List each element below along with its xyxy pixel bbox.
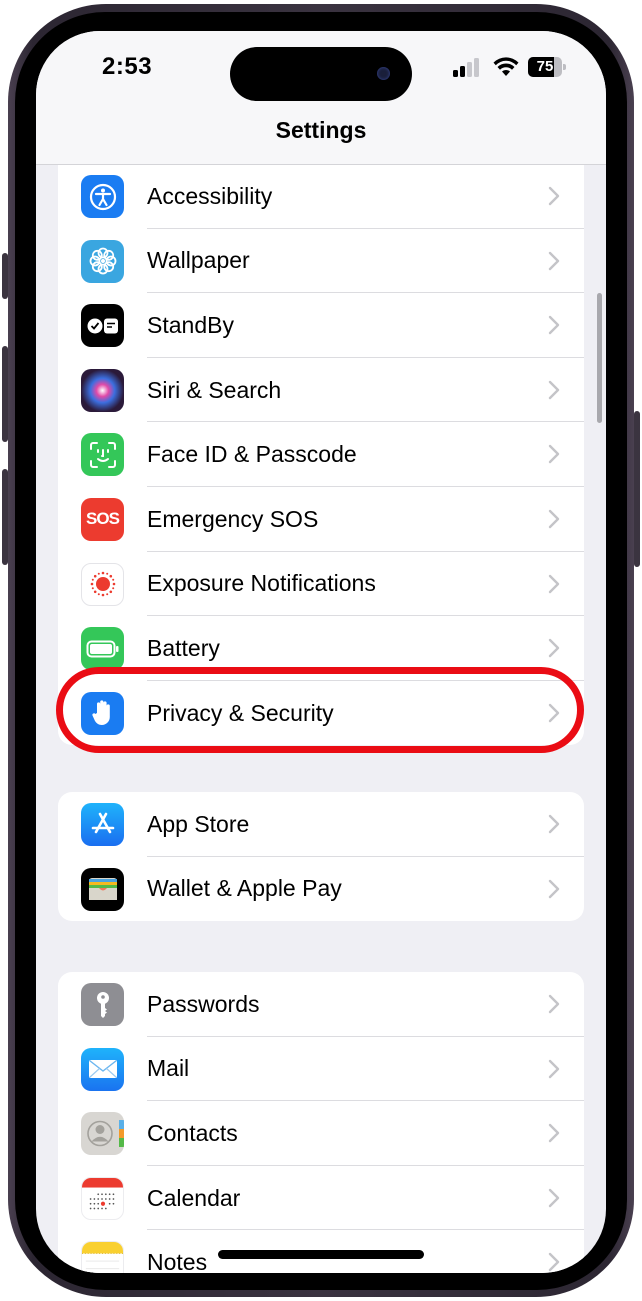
chevron-right-icon — [548, 509, 560, 529]
row-label: StandBy — [147, 311, 234, 338]
row-label: Notes — [147, 1249, 208, 1273]
face-id-icon — [81, 433, 124, 477]
navigation-bar: 2:53 75 Settings — [36, 31, 606, 165]
row-label: Emergency SOS — [147, 505, 319, 532]
wifi-icon — [493, 57, 519, 76]
volume-down-button — [2, 469, 8, 565]
chevron-right-icon — [548, 445, 560, 464]
settings-row-face-id-passcode[interactable]: Face ID & Passcode — [58, 422, 584, 487]
row-label: Battery — [147, 634, 220, 661]
row-label: Wallet & Apple Pay — [147, 875, 342, 902]
settings-group-general: Accessibility Wallpaper StandBy Siri & S… — [58, 147, 584, 746]
chevron-right-icon — [548, 315, 560, 335]
exposure-icon — [81, 562, 124, 606]
siri-icon — [81, 368, 124, 412]
battery-icon — [81, 627, 124, 671]
key-icon — [81, 983, 124, 1026]
sos-icon: SOS — [81, 497, 124, 541]
row-label: Calendar — [147, 1184, 241, 1211]
row-label: Exposure Notifications — [147, 570, 376, 597]
status-time: 2:53 — [102, 53, 153, 80]
battery-percent: 75 — [536, 58, 554, 75]
settings-group-store: App Store Wallet & Apple Pay — [58, 792, 584, 922]
power-button — [634, 411, 640, 567]
chevron-right-icon — [548, 251, 560, 270]
row-label: Accessibility — [147, 182, 273, 209]
settings-row-siri-search[interactable]: Siri & Search — [58, 358, 584, 423]
chevron-right-icon — [548, 1188, 560, 1207]
settings-row-contacts[interactable]: Contacts — [58, 1101, 584, 1166]
screen: 2:53 75 Settings Accessibility Wallpaper… — [36, 31, 606, 1273]
chevron-right-icon — [548, 186, 560, 206]
settings-row-wallpaper[interactable]: Wallpaper — [58, 229, 584, 294]
battery-indicator: 75 — [528, 57, 566, 77]
chevron-right-icon — [548, 638, 560, 658]
volume-up-button — [2, 346, 8, 442]
mail-icon — [81, 1047, 124, 1091]
settings-row-privacy-security[interactable]: Privacy & Security — [58, 681, 584, 746]
home-indicator[interactable] — [218, 1250, 424, 1259]
settings-row-mail[interactable]: Mail — [58, 1037, 584, 1102]
contacts-icon — [81, 1112, 124, 1156]
settings-row-battery[interactable]: Battery — [58, 616, 584, 681]
row-label: Passwords — [147, 990, 260, 1017]
settings-row-accessibility[interactable]: Accessibility — [58, 164, 584, 229]
chevron-right-icon — [548, 879, 560, 898]
chevron-right-icon — [548, 814, 560, 834]
scroll-indicator[interactable] — [597, 293, 602, 423]
settings-row-wallet-apple-pay[interactable]: Wallet & Apple Pay — [58, 857, 584, 922]
settings-row-passwords[interactable]: Passwords — [58, 972, 584, 1037]
chevron-right-icon — [548, 703, 560, 722]
settings-row-emergency-sos[interactable]: SOS Emergency SOS — [58, 487, 584, 552]
chevron-right-icon — [548, 1123, 560, 1143]
row-label: Contacts — [147, 1119, 238, 1146]
settings-group-apps: Passwords Mail Contacts Calendar Notes — [58, 972, 584, 1273]
settings-row-exposure-notifications[interactable]: Exposure Notifications — [58, 552, 584, 617]
row-label: Wallpaper — [147, 247, 250, 274]
action-button — [2, 253, 8, 299]
chevron-right-icon — [548, 1253, 560, 1272]
row-label: Siri & Search — [147, 376, 282, 403]
settings-row-app-store[interactable]: App Store — [58, 792, 584, 857]
row-label: Face ID & Passcode — [147, 441, 357, 468]
cellular-signal-icon — [453, 58, 483, 77]
status-bar: 2:53 75 — [36, 31, 606, 111]
chevron-right-icon — [548, 380, 560, 399]
notes-icon — [81, 1241, 124, 1273]
row-label: Privacy & Security — [147, 699, 334, 726]
page-title: Settings — [275, 117, 367, 143]
privacy-hand-icon — [81, 691, 124, 735]
chevron-right-icon — [548, 574, 560, 593]
chevron-right-icon — [548, 994, 560, 1014]
settings-row-standby[interactable]: StandBy — [58, 293, 584, 358]
standby-icon — [81, 304, 124, 348]
chevron-right-icon — [548, 1059, 560, 1078]
row-label: App Store — [147, 810, 250, 837]
camera-icon — [377, 67, 390, 80]
wallpaper-flower-icon — [81, 239, 124, 283]
calendar-icon — [81, 1176, 124, 1220]
accessibility-icon — [81, 175, 124, 218]
settings-row-calendar[interactable]: Calendar — [58, 1166, 584, 1231]
dynamic-island — [230, 47, 412, 101]
app-store-icon — [81, 803, 124, 846]
row-label: Mail — [147, 1055, 190, 1082]
wallet-icon — [81, 867, 124, 911]
